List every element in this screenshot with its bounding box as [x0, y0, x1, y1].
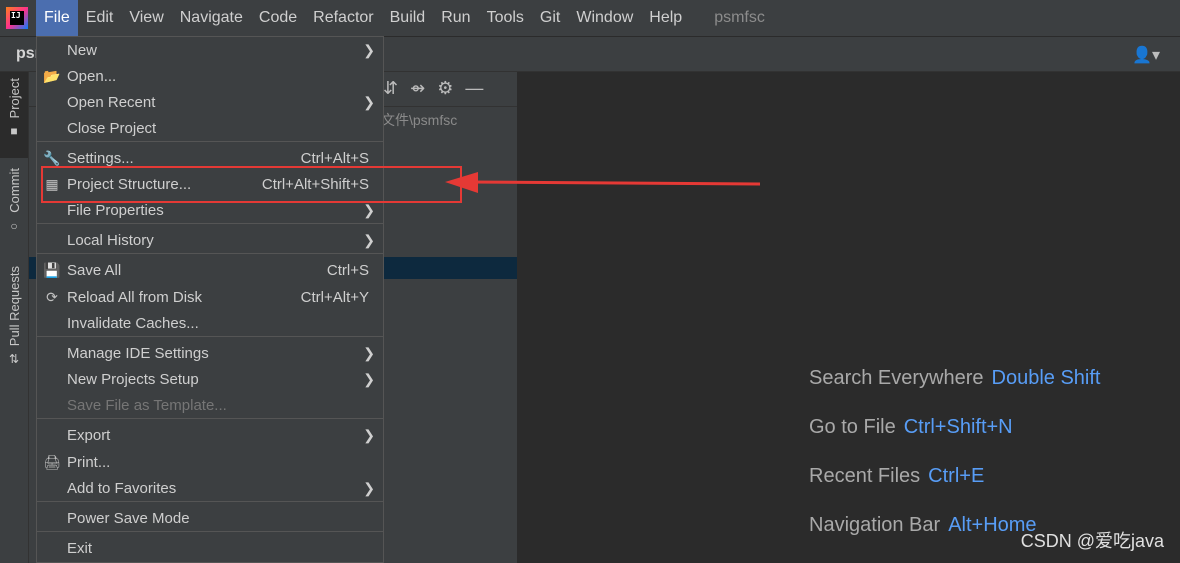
annotation-arrow [445, 172, 761, 193]
watermark: CSDN @爱吃java [1020, 531, 1164, 551]
